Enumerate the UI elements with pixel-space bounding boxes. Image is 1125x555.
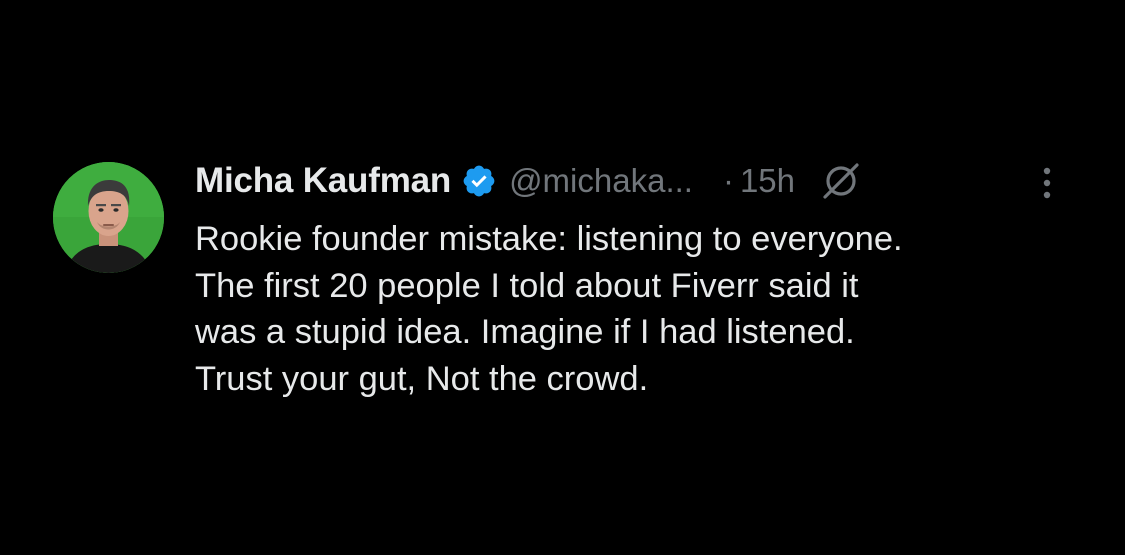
author-display-name[interactable]: Micha Kaufman (195, 161, 451, 201)
verified-badge-icon[interactable] (461, 163, 497, 199)
tweet-header: Micha Kaufman @michaka... · 15h (195, 158, 863, 204)
author-handle[interactable]: @michaka... (509, 162, 693, 200)
grok-icon[interactable] (819, 159, 863, 203)
tweet-text-line: Rookie founder mistake: listening to eve… (195, 220, 903, 258)
avatar[interactable] (53, 162, 164, 273)
avatar-photo-icon (53, 162, 164, 273)
tweet-text-line: was a stupid idea. Imagine if I had list… (195, 313, 855, 351)
separator-dot: · (722, 162, 734, 199)
timestamp[interactable]: 15h (740, 162, 795, 200)
tweet-text: Rookie founder mistake: listening to eve… (195, 216, 1095, 402)
tweet-text-line: The first 20 people I told about Fiverr … (195, 266, 859, 305)
more-options-icon[interactable] (1036, 164, 1058, 204)
tweet-card[interactable]: Micha Kaufman @michaka... · 15h Rookie f… (0, 0, 1125, 555)
tweet-text-line: Trust your gut, Not the crowd. (195, 359, 649, 398)
